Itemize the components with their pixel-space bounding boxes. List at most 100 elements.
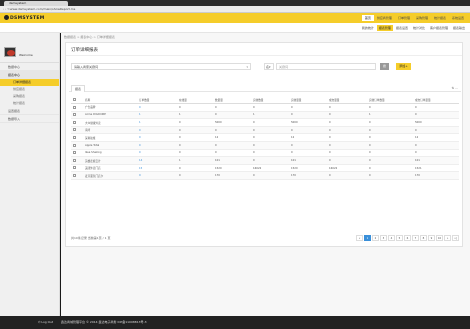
column-header[interactable]: 成交订单量量 bbox=[413, 96, 459, 105]
profile: Welcome bbox=[0, 33, 59, 63]
top-nav-item[interactable]: 供应商管理 bbox=[374, 15, 395, 21]
table-cell: 1520 bbox=[289, 164, 327, 173]
table-row[interactable]: 大众健康外卖 1 0 5000 0 5000 0 0 5000 bbox=[71, 118, 459, 127]
top-nav-item[interactable]: 首页 bbox=[361, 15, 374, 21]
sidebar-item-report-center[interactable]: 报表中心 bbox=[0, 71, 59, 79]
page-button[interactable]: 9 bbox=[428, 235, 435, 241]
add-button[interactable]: 添加+ bbox=[396, 63, 411, 70]
merchant-select[interactable]: 请输入商家关键词 ▾ bbox=[71, 63, 251, 70]
table-row[interactable]: Ikea Shaking 0 0 0 0 0 0 0 0 bbox=[71, 149, 459, 158]
table-row[interactable]: Apple Total 0 0 0 0 0 0 0 0 bbox=[71, 141, 459, 150]
browser-nav-icons[interactable]: ‹ › ↻ bbox=[3, 7, 10, 12]
search-button[interactable]: 搜 bbox=[380, 63, 389, 70]
column-header[interactable]: 数量量 bbox=[213, 96, 251, 105]
sidebar-subitem-order-report[interactable]: 订单详细报表 bbox=[0, 79, 59, 86]
table-cell[interactable]: 1 bbox=[137, 118, 177, 127]
row-checkbox-cell bbox=[71, 103, 83, 112]
table-cell: 0 bbox=[213, 103, 251, 112]
top-nav-item[interactable]: 系统设置 bbox=[449, 15, 467, 21]
column-header[interactable]: 实收量量 bbox=[289, 96, 327, 105]
table-cell: 0 bbox=[327, 118, 367, 127]
row-checkbox[interactable] bbox=[73, 173, 76, 177]
column-header[interactable]: 成交量量 bbox=[327, 96, 367, 105]
table-cell: 1 bbox=[177, 111, 213, 120]
table-cell[interactable]: 0 bbox=[137, 141, 177, 150]
table-cell[interactable]: 0 bbox=[137, 126, 177, 135]
table-cell: 0 bbox=[289, 141, 327, 150]
table-cell[interactable]: 14 bbox=[137, 156, 177, 165]
table-cell-name: 美团外卖门店 bbox=[83, 164, 137, 173]
table-row[interactable]: 广告品牌 0 0 0 0 0 0 0 0 bbox=[71, 103, 459, 112]
row-checkbox[interactable] bbox=[73, 136, 76, 140]
table-cell[interactable]: 9 bbox=[137, 171, 177, 181]
table-row[interactable]: 深圳航旅 0 0 12 0 12 0 0 12 bbox=[71, 133, 459, 143]
column-header[interactable]: 在线量 bbox=[177, 96, 213, 105]
sidebar-item-settings[interactable]: 设置报表 bbox=[0, 107, 59, 115]
sidebar-subitem-supply-report[interactable]: 供应报表 bbox=[0, 86, 59, 93]
table-row[interactable]: 海湾 0 0 0 0 0 0 0 0 bbox=[71, 126, 459, 135]
toolbar-button[interactable]: 报表设置 bbox=[394, 25, 410, 31]
row-checkbox[interactable] bbox=[73, 166, 76, 170]
row-checkbox-cell bbox=[71, 164, 83, 173]
avatar[interactable] bbox=[4, 47, 16, 57]
toolbar-button[interactable]: 统计对比 bbox=[411, 25, 427, 31]
column-header[interactable]: 名称 bbox=[83, 96, 137, 105]
toolbar-button[interactable]: 客户报表管理 bbox=[428, 25, 450, 31]
top-nav-item[interactable]: 统计报表 bbox=[431, 15, 449, 21]
page-button[interactable]: 1 bbox=[364, 235, 371, 241]
page-button[interactable]: 3 bbox=[380, 235, 387, 241]
table-cell[interactable]: 15 bbox=[137, 164, 177, 173]
next-page-button[interactable]: » bbox=[444, 235, 451, 241]
page-button[interactable]: 4 bbox=[388, 235, 395, 241]
page-button[interactable]: 5 bbox=[396, 235, 403, 241]
select-all-checkbox[interactable] bbox=[73, 97, 76, 101]
url-field[interactable]: www.dsmsystem.com/main/showReport.ms bbox=[10, 7, 75, 12]
row-checkbox[interactable] bbox=[73, 105, 76, 109]
table-cell[interactable]: 0 bbox=[137, 149, 177, 158]
page-button[interactable]: 7 bbox=[412, 235, 419, 241]
table-cell[interactable]: 0 bbox=[137, 103, 177, 112]
table-row[interactable]: 美团外卖门店 15 0 1520 16022 1520 16022 0 1521 bbox=[71, 164, 459, 173]
prev-page-button[interactable]: « bbox=[356, 235, 363, 241]
row-checkbox[interactable] bbox=[73, 120, 76, 124]
column-header[interactable]: 实收数量 bbox=[251, 96, 289, 105]
row-checkbox[interactable] bbox=[73, 143, 76, 147]
table-tools[interactable]: ⇅ ⋯ bbox=[452, 86, 458, 90]
top-nav-item[interactable]: 订单管理 bbox=[395, 15, 413, 21]
page-button[interactable]: 8 bbox=[420, 235, 427, 241]
search-input[interactable]: 关键词 bbox=[276, 63, 376, 70]
page-button[interactable]: 6 bbox=[404, 235, 411, 241]
table-cell[interactable]: 1 bbox=[137, 111, 177, 120]
column-header[interactable]: 订单数量 bbox=[137, 96, 177, 105]
table-cell: 0 bbox=[327, 149, 367, 158]
logo[interactable]: DSMSYSTEM bbox=[4, 15, 45, 21]
row-checkbox[interactable] bbox=[73, 128, 76, 132]
page-button[interactable]: 2 bbox=[372, 235, 379, 241]
table-cell: 0 bbox=[213, 149, 251, 158]
table-cell: 12 bbox=[213, 133, 251, 143]
table-cell: 0 bbox=[327, 156, 367, 165]
sidebar-subitem-stats-report[interactable]: 统计报表 bbox=[0, 100, 59, 107]
row-checkbox[interactable] bbox=[73, 113, 76, 117]
field-select[interactable]: 名▾ bbox=[264, 63, 274, 70]
table-cell: 0 bbox=[251, 133, 289, 143]
toolbar-button[interactable]: 我的统计 bbox=[360, 25, 376, 31]
logout-button[interactable]: ⏻ Log Out bbox=[38, 320, 53, 324]
row-checkbox[interactable] bbox=[73, 151, 76, 155]
table-row[interactable]: 麦芽面包门店卡 9 0 170 0 170 0 0 170 bbox=[71, 171, 459, 181]
page-button[interactable]: 10 bbox=[436, 235, 443, 241]
table-cell[interactable]: 0 bbox=[137, 133, 177, 143]
toolbar-button[interactable]: 报表管理 bbox=[376, 25, 393, 31]
sidebar-subitem-purchase-report[interactable]: 采购报表 bbox=[0, 93, 59, 100]
toolbar-button[interactable]: 报表输出 bbox=[451, 25, 467, 31]
row-checkbox[interactable] bbox=[73, 158, 76, 162]
tab-report[interactable]: 报表 bbox=[71, 85, 86, 92]
sidebar-item-import[interactable]: 数据导入 bbox=[0, 115, 59, 123]
table-row[interactable]: 英雄走廊云计 14 1 101 0 101 0 0 101 bbox=[71, 156, 459, 165]
table-cell: 0 bbox=[213, 111, 251, 120]
sidebar-item-data-center[interactable]: 数据中心 bbox=[0, 63, 59, 71]
next-page-button[interactable]: »| bbox=[452, 235, 459, 241]
table-row[interactable]: Acme DIGICORE 1 1 0 1 0 0 1 0 bbox=[71, 111, 459, 120]
column-header[interactable]: 实收订单数量 bbox=[367, 96, 413, 105]
top-nav-item[interactable]: 采购管理 bbox=[413, 15, 431, 21]
